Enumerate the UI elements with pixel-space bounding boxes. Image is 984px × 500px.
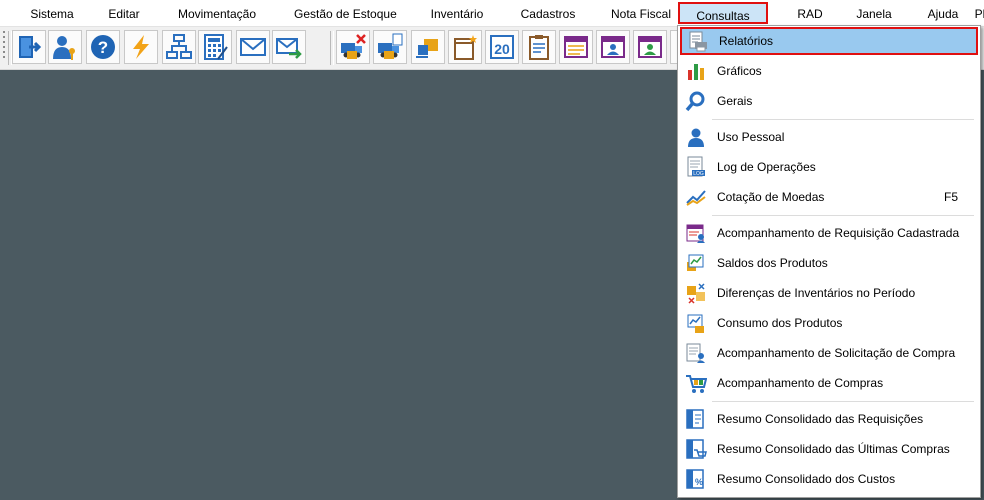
- envelope-icon[interactable]: [236, 30, 270, 64]
- menu-item-label: Uso Pessoal: [717, 130, 785, 144]
- calendar-star-icon[interactable]: [448, 30, 482, 64]
- menu-item-label: Saldos dos Produtos: [717, 256, 828, 270]
- menu-item-consumo-produtos[interactable]: Consumo dos Produtos: [680, 309, 978, 337]
- menu-item-gerais[interactable]: Gerais: [680, 87, 978, 115]
- magnifier-icon: [684, 89, 708, 113]
- toolbar-separator: [330, 31, 334, 65]
- menu-item-label: Resumo Consolidado das Últimas Compras: [717, 442, 950, 456]
- printer-report-icon: [686, 29, 710, 53]
- menu-item-diferencas-inventarios[interactable]: Diferenças de Inventários no Período: [680, 279, 978, 307]
- person-icon: [684, 125, 708, 149]
- menu-item-label: Acompanhamento de Requisição Cadastrada: [717, 226, 960, 240]
- menu-gestao-estoque[interactable]: Gestão de Estoque: [294, 0, 397, 26]
- menu-janela[interactable]: Janela: [856, 0, 892, 26]
- menu-separator: [712, 119, 974, 120]
- menu-nota-fiscal[interactable]: Nota Fiscal: [610, 0, 672, 26]
- toolbar-grip[interactable]: [3, 31, 6, 65]
- svg-text:?: ?: [98, 38, 108, 57]
- box-transfer-icon[interactable]: [411, 30, 445, 64]
- truck-document-icon[interactable]: [373, 30, 407, 64]
- summary-requisitions-icon: [684, 407, 708, 431]
- menu-item-log-operacoes[interactable]: LOG Log de Operações: [680, 153, 978, 181]
- menu-movimentacao[interactable]: Movimentação: [176, 0, 258, 26]
- user-report-icon[interactable]: [596, 30, 630, 64]
- clipboard-report-icon[interactable]: [522, 30, 556, 64]
- svg-text:20: 20: [494, 41, 510, 57]
- svg-text:LOG: LOG: [693, 171, 704, 177]
- menu-item-label: Acompanhamento de Solicitação de Compra: [717, 346, 956, 360]
- user-key-icon[interactable]: [48, 30, 82, 64]
- inventory-diff-icon: [684, 281, 708, 305]
- menu-item-label: Resumo Consolidado das Requisições: [717, 412, 924, 426]
- summary-costs-icon: %: [684, 467, 708, 491]
- menu-separator: [712, 215, 974, 216]
- svg-text:%: %: [695, 477, 703, 487]
- menu-editar[interactable]: Editar: [106, 0, 142, 26]
- menu-item-resumo-custos[interactable]: % Resumo Consolidado dos Custos: [680, 465, 978, 493]
- calculator-icon[interactable]: [198, 30, 232, 64]
- shopping-cart-icon: [684, 371, 708, 395]
- menu-item-acomp-requisicao[interactable]: Acompanhamento de Requisição Cadastrada: [680, 219, 978, 247]
- menu-rad[interactable]: RAD: [796, 0, 824, 26]
- menu-item-relatorios[interactable]: Relatórios: [680, 27, 978, 55]
- help-icon[interactable]: ?: [86, 30, 120, 64]
- truck-cancel-icon[interactable]: [336, 30, 370, 64]
- menu-item-saldos-produtos[interactable]: Saldos dos Produtos: [680, 249, 978, 277]
- menu-inventario[interactable]: Inventário: [429, 0, 485, 26]
- exit-door-icon[interactable]: [12, 30, 46, 64]
- menu-item-resumo-ultimas-compras[interactable]: Resumo Consolidado das Últimas Compras: [680, 435, 978, 463]
- menu-item-cotacao-moedas[interactable]: Cotação de Moedas F5: [680, 183, 978, 211]
- report-list-icon[interactable]: [559, 30, 593, 64]
- menu-cadastros[interactable]: Cadastros: [520, 0, 576, 26]
- menu-ajuda[interactable]: Ajuda: [926, 0, 960, 26]
- log-document-icon: LOG: [684, 155, 708, 179]
- menu-item-shortcut: F5: [943, 190, 958, 204]
- bar-chart-icon: [684, 59, 708, 83]
- menu-item-label: Gerais: [717, 94, 753, 108]
- menu-item-label: Consumo dos Produtos: [717, 316, 843, 330]
- menu-bar: Sistema Editar Movimentação Gestão de Es…: [0, 0, 984, 27]
- summary-purchases-icon: [684, 437, 708, 461]
- menu-separator: [712, 401, 974, 402]
- menu-item-acomp-solicitacao-compra[interactable]: Acompanhamento de Solicitação de Compra: [680, 339, 978, 367]
- menu-item-acomp-compras[interactable]: Acompanhamento de Compras: [680, 369, 978, 397]
- menu-sistema[interactable]: Sistema: [30, 0, 74, 26]
- menu-item-uso-pessoal[interactable]: Uso Pessoal: [680, 123, 978, 151]
- consultas-dropdown-menu: Relatórios Gráficos Gerais Uso Pessoal L…: [677, 25, 981, 498]
- menu-item-label: Gráficos: [717, 64, 762, 78]
- menu-item-resumo-requisicoes[interactable]: Resumo Consolidado das Requisições: [680, 405, 978, 433]
- send-mail-icon[interactable]: [272, 30, 306, 64]
- product-balance-icon: [684, 251, 708, 275]
- purchase-request-icon: [684, 341, 708, 365]
- menu-pl[interactable]: Pl: [973, 0, 984, 26]
- menu-item-label: Relatórios: [719, 34, 774, 48]
- menu-item-graficos[interactable]: Gráficos: [680, 57, 978, 85]
- menu-item-label: Resumo Consolidado dos Custos: [717, 472, 896, 486]
- menu-item-label: Diferenças de Inventários no Período: [717, 286, 916, 300]
- menu-consultas[interactable]: Consultas: [678, 2, 768, 24]
- requisition-icon: [684, 221, 708, 245]
- lightning-icon[interactable]: [124, 30, 158, 64]
- org-chart-icon[interactable]: [162, 30, 196, 64]
- menu-item-label: Acompanhamento de Compras: [717, 376, 884, 390]
- user-report-2-icon[interactable]: [633, 30, 667, 64]
- currency-chart-icon: [684, 185, 708, 209]
- menu-item-label: Cotação de Moedas: [717, 190, 825, 204]
- menu-item-label: Log de Operações: [717, 160, 816, 174]
- consumption-chart-icon: [684, 311, 708, 335]
- calendar-date-icon[interactable]: 20: [485, 30, 519, 64]
